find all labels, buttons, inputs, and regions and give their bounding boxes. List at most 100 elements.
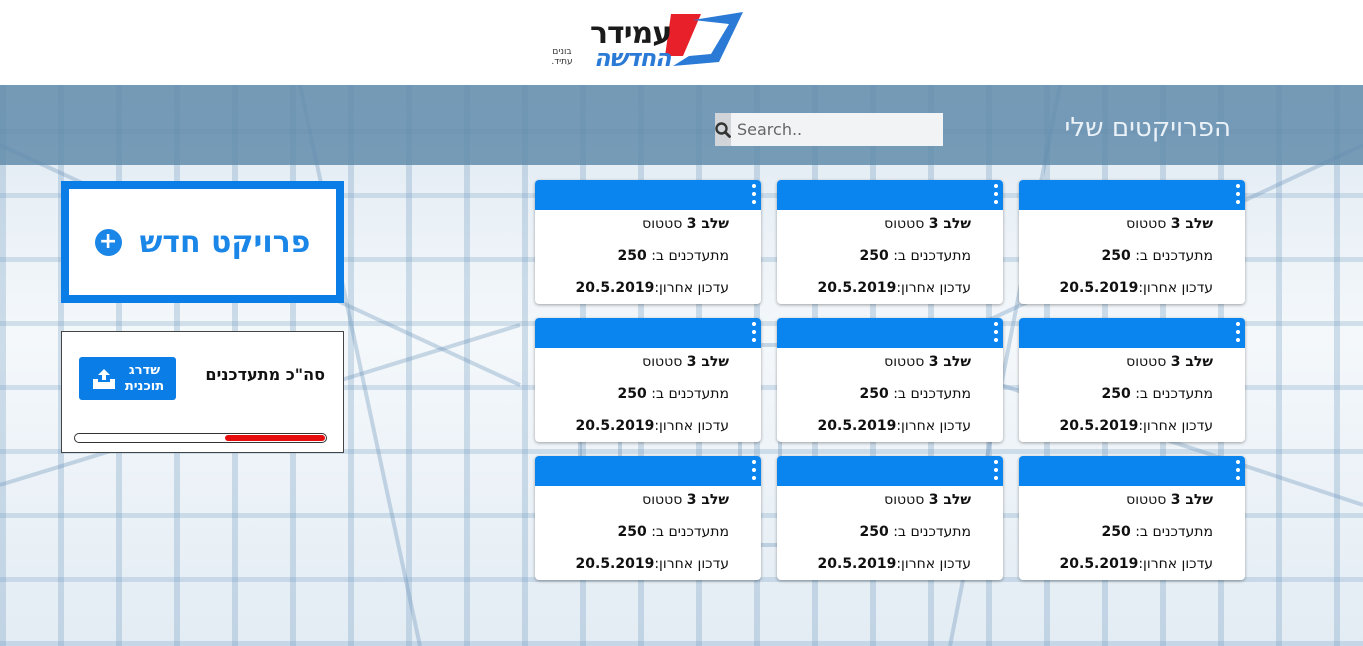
project-card-header: [535, 318, 761, 348]
project-updated-label: עדכון אחרון:: [896, 556, 971, 572]
project-updated-value: 20.5.2019: [1059, 280, 1139, 296]
search-button[interactable]: [715, 113, 731, 146]
project-status: סטטוס: [884, 216, 925, 232]
project-status: סטטוס: [642, 216, 683, 232]
kebab-menu-icon[interactable]: [751, 460, 757, 480]
logo-text-hadasha: החדשה: [594, 44, 672, 72]
project-subscribers-label: מתעדכנים ב:: [893, 248, 971, 264]
kebab-menu-icon[interactable]: [993, 460, 999, 480]
project-subscribers-label: מתעדכנים ב:: [893, 386, 971, 402]
project-card[interactable]: שלב 3 סטטוס מתעדכנים ב: 250 עדכון אחרון:20…: [1019, 456, 1245, 580]
new-project-content: פרויקט חדש +: [69, 189, 336, 295]
project-stage-label: שלב 3: [686, 354, 729, 370]
project-stage-label: שלב 3: [1170, 354, 1213, 370]
project-stage-label: שלב 3: [928, 216, 971, 232]
project-card[interactable]: שלב 3 סטטוס מתעדכנים ב: 250 עדכון אחרון:20…: [777, 180, 1003, 304]
project-updated-row: עדכון אחרון:20.5.2019: [1060, 280, 1213, 296]
project-card[interactable]: שלב 3 סטטוס מתעדכנים ב: 250 עדכון אחרון:20…: [535, 318, 761, 442]
upgrade-plan-button[interactable]: שדרג תוכנית: [79, 357, 176, 400]
project-card-header: [1019, 318, 1245, 348]
kebab-menu-icon[interactable]: [1235, 184, 1241, 204]
kebab-menu-icon[interactable]: [1235, 460, 1241, 480]
subscribers-progress-bar: [74, 433, 327, 443]
project-updated-row: עדכון אחרון:20.5.2019: [576, 280, 729, 296]
search-box: [715, 113, 943, 146]
project-updated-label: עדכון אחרון:: [1138, 556, 1213, 572]
project-subscribers-value: 250: [617, 386, 647, 402]
new-project-button[interactable]: פרויקט חדש +: [61, 181, 344, 303]
project-updated-value: 20.5.2019: [1059, 418, 1139, 434]
project-card-header: [535, 180, 761, 210]
upload-tray-icon: [92, 368, 115, 389]
project-card-header: [1019, 456, 1245, 486]
project-subscribers-row: מתעדכנים ב: 250: [1102, 248, 1214, 264]
project-subscribers-row: מתעדכנים ב: 250: [860, 248, 972, 264]
project-subscribers-label: מתעדכנים ב:: [1135, 248, 1213, 264]
project-updated-value: 20.5.2019: [817, 280, 897, 296]
subscribers-progress-fill: [224, 435, 325, 441]
project-stage-label: שלב 3: [928, 492, 971, 508]
project-card[interactable]: שלב 3 סטטוס מתעדכנים ב: 250 עדכון אחרון:20…: [535, 456, 761, 580]
page-title: הפרויקטים שלי: [1064, 113, 1231, 143]
kebab-menu-icon[interactable]: [1235, 322, 1241, 342]
project-updated-row: עדכון אחרון:20.5.2019: [576, 418, 729, 434]
project-subscribers-row: מתעדכנים ב: 250: [618, 524, 730, 540]
project-stage-row: שלב 3 סטטוס: [1126, 216, 1213, 232]
project-updated-row: עדכון אחרון:20.5.2019: [818, 418, 971, 434]
project-subscribers-label: מתעדכנים ב:: [651, 248, 729, 264]
project-updated-label: עדכון אחרון:: [1138, 418, 1213, 434]
project-subscribers-row: מתעדכנים ב: 250: [618, 386, 730, 402]
project-updated-row: עדכון אחרון:20.5.2019: [818, 556, 971, 572]
project-subscribers-value: 250: [617, 248, 647, 264]
project-card-header: [777, 456, 1003, 486]
project-card[interactable]: שלב 3 סטטוס מתעדכנים ב: 250 עדכון אחרון:20…: [1019, 318, 1245, 442]
project-subscribers-row: מתעדכנים ב: 250: [860, 386, 972, 402]
project-status: סטטוס: [1126, 354, 1167, 370]
project-status: סטטוס: [642, 492, 683, 508]
project-subscribers-label: מתעדכנים ב:: [893, 524, 971, 540]
project-stage-row: שלב 3 סטטוס: [884, 354, 971, 370]
project-updated-value: 20.5.2019: [575, 418, 655, 434]
upgrade-plan-label: שדרג תוכנית: [125, 363, 164, 395]
project-subscribers-value: 250: [1101, 248, 1131, 264]
project-updated-value: 20.5.2019: [817, 556, 897, 572]
project-updated-row: עדכון אחרון:20.5.2019: [1060, 556, 1213, 572]
project-stage-row: שלב 3 סטטוס: [1126, 492, 1213, 508]
project-card-header: [535, 456, 761, 486]
project-updated-row: עדכון אחרון:20.5.2019: [1060, 418, 1213, 434]
project-card[interactable]: שלב 3 סטטוס מתעדכנים ב: 250 עדכון אחרון:20…: [1019, 180, 1245, 304]
kebab-menu-icon[interactable]: [751, 184, 757, 204]
project-subscribers-label: מתעדכנים ב:: [651, 386, 729, 402]
project-status: סטטוס: [1126, 216, 1167, 232]
project-card[interactable]: שלב 3 סטטוס מתעדכנים ב: 250 עדכון אחרון:20…: [535, 180, 761, 304]
project-subscribers-value: 250: [617, 524, 647, 540]
project-subscribers-value: 250: [859, 248, 889, 264]
project-card[interactable]: שלב 3 סטטוס מתעדכנים ב: 250 עדכון אחרון:20…: [777, 318, 1003, 442]
project-subscribers-row: מתעדכנים ב: 250: [1102, 524, 1214, 540]
project-stage-label: שלב 3: [928, 354, 971, 370]
project-subscribers-value: 250: [1101, 386, 1131, 402]
search-input[interactable]: [731, 113, 943, 146]
project-card-header: [777, 180, 1003, 210]
project-subscribers-label: מתעדכנים ב:: [1135, 386, 1213, 402]
project-stage-row: שלב 3 סטטוס: [884, 492, 971, 508]
project-updated-row: עדכון אחרון:20.5.2019: [576, 556, 729, 572]
project-card[interactable]: שלב 3 סטטוס מתעדכנים ב: 250 עדכון אחרון:20…: [777, 456, 1003, 580]
project-updated-label: עדכון אחרון:: [654, 418, 729, 434]
project-updated-label: עדכון אחרון:: [1138, 280, 1213, 296]
kebab-menu-icon[interactable]: [751, 322, 757, 342]
kebab-menu-icon[interactable]: [993, 322, 999, 342]
search-icon: [715, 121, 731, 138]
project-updated-value: 20.5.2019: [575, 556, 655, 572]
project-subscribers-label: מתעדכנים ב:: [651, 524, 729, 540]
kebab-menu-icon[interactable]: [993, 184, 999, 204]
project-status: סטטוס: [884, 354, 925, 370]
total-subscribers-label: סה"כ מתעדכנים: [205, 365, 325, 384]
top-logo-bar: עמידר החדשה בונים עתיד.: [0, 0, 1363, 85]
project-subscribers-value: 250: [1101, 524, 1131, 540]
project-status: סטטוס: [884, 492, 925, 508]
project-stage-label: שלב 3: [686, 216, 729, 232]
new-project-label: פרויקט חדש: [139, 224, 311, 260]
project-subscribers-row: מתעדכנים ב: 250: [618, 248, 730, 264]
page-header: הפרויקטים שלי: [0, 85, 1363, 165]
